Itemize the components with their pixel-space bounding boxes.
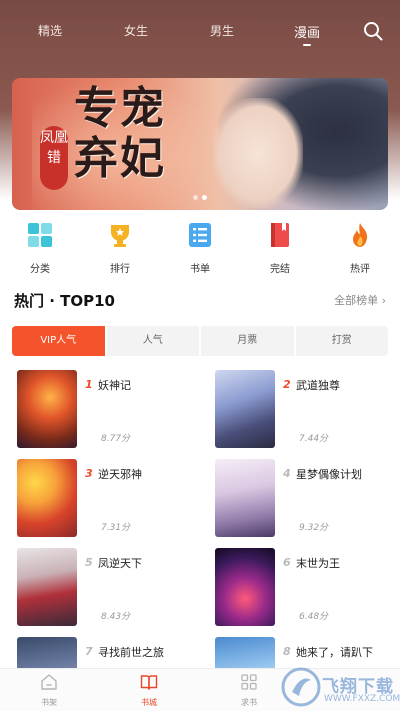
rank-number: 3 <box>85 467 93 480</box>
ranking-item[interactable]: 2 武道独尊 7.44分 <box>215 370 395 450</box>
book-cover <box>17 459 77 537</box>
category-label: 书单 <box>190 264 210 275</box>
fire-icon <box>353 223 368 247</box>
ranking-item[interactable]: 1 妖神记 8.77分 <box>17 370 197 450</box>
tab-vip-popularity[interactable]: VIP人气 <box>12 326 107 356</box>
rank-number: 7 <box>85 645 93 658</box>
book-cover <box>17 370 77 448</box>
book-score: 6.48分 <box>299 612 329 622</box>
tab-popularity[interactable]: 人气 <box>107 326 201 356</box>
category-classify[interactable]: 分类 <box>10 218 70 275</box>
all-rankings-link[interactable]: 全部榜单 › <box>334 292 386 308</box>
banner-pagination <box>12 185 388 204</box>
grid-icon <box>28 223 52 247</box>
rank-number: 6 <box>283 556 291 569</box>
search-icon[interactable] <box>362 20 384 42</box>
tab-female[interactable]: 女生 <box>124 22 148 39</box>
rank-number: 4 <box>283 467 291 480</box>
apps-icon <box>241 674 257 690</box>
book-title: 凤逆天下 <box>98 557 142 570</box>
ranking-item[interactable]: 5 凤逆天下 8.43分 <box>17 548 197 628</box>
banner-dot <box>193 195 198 200</box>
book-title: 末世为王 <box>296 557 340 570</box>
home-icon <box>41 674 57 690</box>
ranking-item[interactable]: 3 逆天邪神 7.31分 <box>17 459 197 539</box>
ranking-item[interactable]: 6 末世为王 6.48分 <box>215 548 395 628</box>
rank-number: 5 <box>85 556 93 569</box>
promo-banner[interactable]: 凤凰错 专宠弃妃 <box>12 78 388 210</box>
book-title: 妖神记 <box>98 379 131 392</box>
book-cover <box>215 548 275 626</box>
book-title: 她来了，请趴下 <box>296 646 373 659</box>
trophy-icon <box>111 225 129 247</box>
category-label: 热评 <box>350 264 370 275</box>
book-title: 逆天邪神 <box>98 468 142 481</box>
tab-tips[interactable]: 打赏 <box>296 326 389 356</box>
book-title: 武道独尊 <box>296 379 340 392</box>
book-score: 7.31分 <box>101 523 131 533</box>
top-tabs: 精选 女生 男生 漫画 <box>0 18 400 48</box>
tab-comics[interactable]: 漫画 <box>294 22 320 46</box>
tab-male[interactable]: 男生 <box>210 22 234 39</box>
nav-request-book[interactable]: 求书 <box>219 673 279 708</box>
book-cover <box>17 548 77 626</box>
book-score: 9.32分 <box>299 523 329 533</box>
ranking-type-tabs: VIP人气 人气 月票 打赏 <box>12 326 388 356</box>
rank-number: 1 <box>85 378 93 391</box>
book-title: 寻找前世之旅 <box>98 646 164 659</box>
category-hot-reviews[interactable]: 热评 <box>330 218 390 275</box>
tab-featured[interactable]: 精选 <box>38 22 62 39</box>
category-booklist[interactable]: 书单 <box>170 218 230 275</box>
category-ranking[interactable]: 排行 <box>90 218 150 275</box>
book-score: 7.44分 <box>299 434 329 444</box>
book-title: 星梦偶像计划 <box>296 468 362 481</box>
nav-label: 求书 <box>241 698 257 707</box>
category-label: 完结 <box>270 264 290 275</box>
watermark-logo-icon <box>281 667 321 707</box>
category-label: 排行 <box>110 264 130 275</box>
category-label: 分类 <box>30 264 50 275</box>
category-completed[interactable]: 完结 <box>250 218 310 275</box>
rank-number: 2 <box>283 378 291 391</box>
tab-monthly-votes[interactable]: 月票 <box>201 326 296 356</box>
nav-bookstore[interactable]: 书城 <box>119 673 179 708</box>
nav-bookshelf[interactable]: 书架 <box>19 673 79 708</box>
open-book-icon <box>140 675 158 690</box>
banner-subtitle: 凤凰错 <box>40 126 68 190</box>
nav-label: 书架 <box>41 698 57 707</box>
banner-title: 专宠弃妃 <box>74 83 166 184</box>
book-cover <box>215 459 275 537</box>
list-icon <box>189 223 211 247</box>
nav-label: 书城 <box>141 698 157 707</box>
rank-number: 8 <box>283 645 291 658</box>
book-score: 8.77分 <box>101 434 131 444</box>
banner-dot-active <box>202 195 207 200</box>
category-shortcuts: 分类 排行 书单 完结 热评 <box>0 218 400 276</box>
watermark-url: WWW.FXXZ.COM <box>324 694 400 704</box>
ranking-item[interactable]: 4 星梦偶像计划 9.32分 <box>215 459 395 539</box>
book-cover <box>215 370 275 448</box>
site-watermark: 飞翔下载 WWW.FXXZ.COM <box>278 664 400 710</box>
book-score: 8.43分 <box>101 612 131 622</box>
book-icon <box>271 223 289 247</box>
hot-section-title: 热门 · TOP10 <box>14 292 115 310</box>
